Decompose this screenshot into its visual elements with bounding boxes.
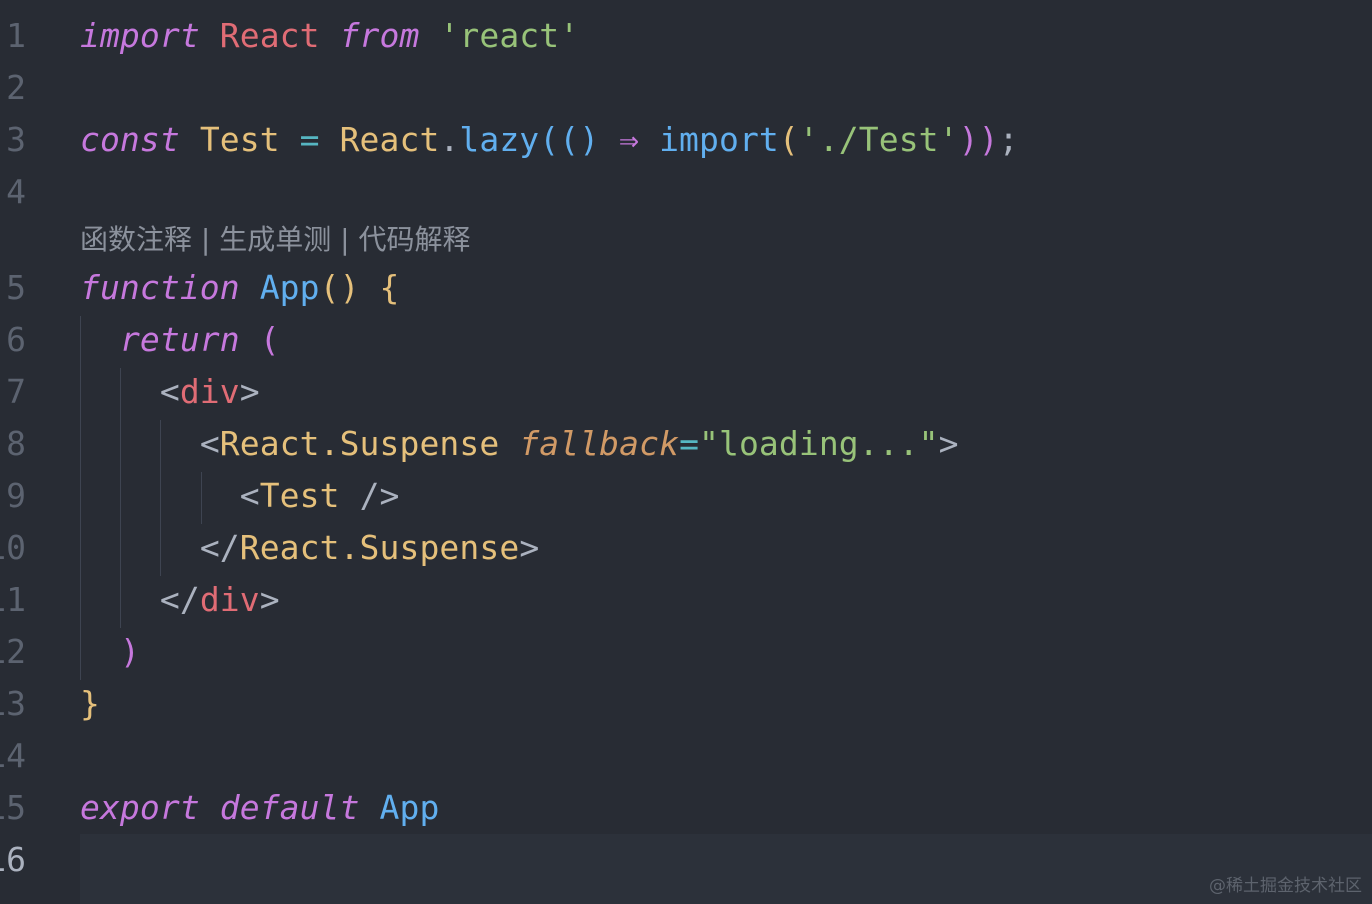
punctuation-token: ; [998,120,1019,159]
brace-token: } [80,684,100,723]
line-number: 13 [0,684,26,723]
tag-bracket: < [239,476,260,515]
code-text: export default App [80,782,439,834]
line-number: 14 [0,736,26,775]
tag-bracket: </ [199,528,240,567]
component-token: Test [259,476,340,515]
string-token: "loading..." [699,424,939,463]
code-line[interactable]: 5 function App() { [0,262,1372,314]
code-line[interactable]: 9 <Test /> [0,470,1372,522]
function-comment-link[interactable]: 函数注释 [80,223,192,256]
function-token: App [259,268,320,307]
identifier-token: Test [199,120,280,159]
punctuation-token: . [439,120,460,159]
code-line[interactable]: 10 </React.Suspense> [0,522,1372,574]
paren-token: ( [539,120,560,159]
code-line[interactable]: 13 } [0,678,1372,730]
tag-bracket: /> [359,476,400,515]
keyword-token: return [119,320,240,359]
line-number: 9 [6,476,26,515]
paren-token: () [319,268,360,307]
code-text: <React.Suspense fallback="loading..."> [80,418,959,470]
code-line[interactable]: 1 import React from 'react' [0,10,1372,62]
tag-bracket: > [519,528,540,567]
line-number: 6 [6,320,26,359]
code-text: return ( [80,314,280,366]
code-text: </React.Suspense> [80,522,539,574]
codelens-bar: 函数注释 | 生成单测 | 代码解释 [80,222,471,258]
code-text: const Test = React.lazy(() ⇒ import('./T… [80,114,1019,166]
keyword-token: const [80,120,180,159]
function-token: lazy [459,120,540,159]
paren-token: ( [778,120,799,159]
line-number: 15 [0,788,26,827]
explain-code-link[interactable]: 代码解释 [359,223,471,256]
generate-unit-test-link[interactable]: 生成单测 [219,223,331,256]
code-text: } [80,678,100,730]
codelens-separator: | [192,223,220,256]
code-line[interactable]: 8 <React.Suspense fallback="loading..."> [0,418,1372,470]
code-line[interactable]: 14 [0,730,1372,782]
code-line[interactable]: 2 [0,62,1372,114]
string-token: './Test' [798,120,959,159]
function-token: import [659,120,779,159]
code-line[interactable]: 6 return ( [0,314,1372,366]
tag-bracket: > [938,424,959,463]
paren-token: ) [119,632,140,671]
tag-bracket: </ [159,580,200,619]
identifier-token: App [379,788,440,827]
line-number: 2 [6,68,26,107]
code-text: function App() { [80,262,400,314]
paren-token: )) [958,120,999,159]
line-number: 12 [0,632,26,671]
code-line[interactable]: 3 const Test = React.lazy(() ⇒ import('.… [0,114,1372,166]
line-number: 16 [0,840,26,879]
watermark: @稀土掘金技术社区 [1209,876,1362,896]
line-number: 5 [6,268,26,307]
operator-token: = [679,424,700,463]
line-number: 3 [6,120,26,159]
keyword-token: function [80,268,240,307]
code-line[interactable]: 12 ) [0,626,1372,678]
code-text: import React from 'react' [80,10,579,62]
operator-token: = [299,120,320,159]
line-number: 4 [6,172,26,211]
paren-token: ( [259,320,280,359]
component-token: React.Suspense [239,528,520,567]
code-line[interactable]: 16 [0,834,1372,886]
line-number: 7 [6,372,26,411]
code-text: <Test /> [80,470,400,522]
keyword-token: export [80,788,200,827]
line-number: 11 [0,580,26,619]
code-text: </div> [80,574,280,626]
code-line[interactable]: 15 export default App [0,782,1372,834]
arrow-token: ⇒ [619,120,640,159]
attribute-token: fallback [519,424,680,463]
line-number: 10 [0,528,26,567]
code-text: <div> [80,366,260,418]
component-token: React.Suspense [219,424,500,463]
code-line[interactable]: 4 [0,166,1372,218]
brace-token: { [379,268,400,307]
line-number: 8 [6,424,26,463]
keyword-token: from [339,16,420,55]
keyword-token: default [219,788,360,827]
string-token: 'react' [439,16,580,55]
tag-bracket: > [259,580,280,619]
tag-token: div [179,372,240,411]
code-line[interactable]: 11 </div> [0,574,1372,626]
tag-bracket: < [199,424,220,463]
line-number: 1 [6,16,26,55]
paren-token: () [559,120,600,159]
keyword-token: import [80,16,200,55]
identifier-token: React [219,16,320,55]
tag-bracket: > [239,372,260,411]
identifier-token: React [339,120,440,159]
codelens-separator: | [331,223,359,256]
code-line[interactable]: 7 <div> [0,366,1372,418]
code-editor[interactable]: 1 import React from 'react' 2 3 const Te… [0,0,1372,904]
tag-token: div [199,580,260,619]
code-text: ) [80,626,140,678]
tag-bracket: < [159,372,180,411]
